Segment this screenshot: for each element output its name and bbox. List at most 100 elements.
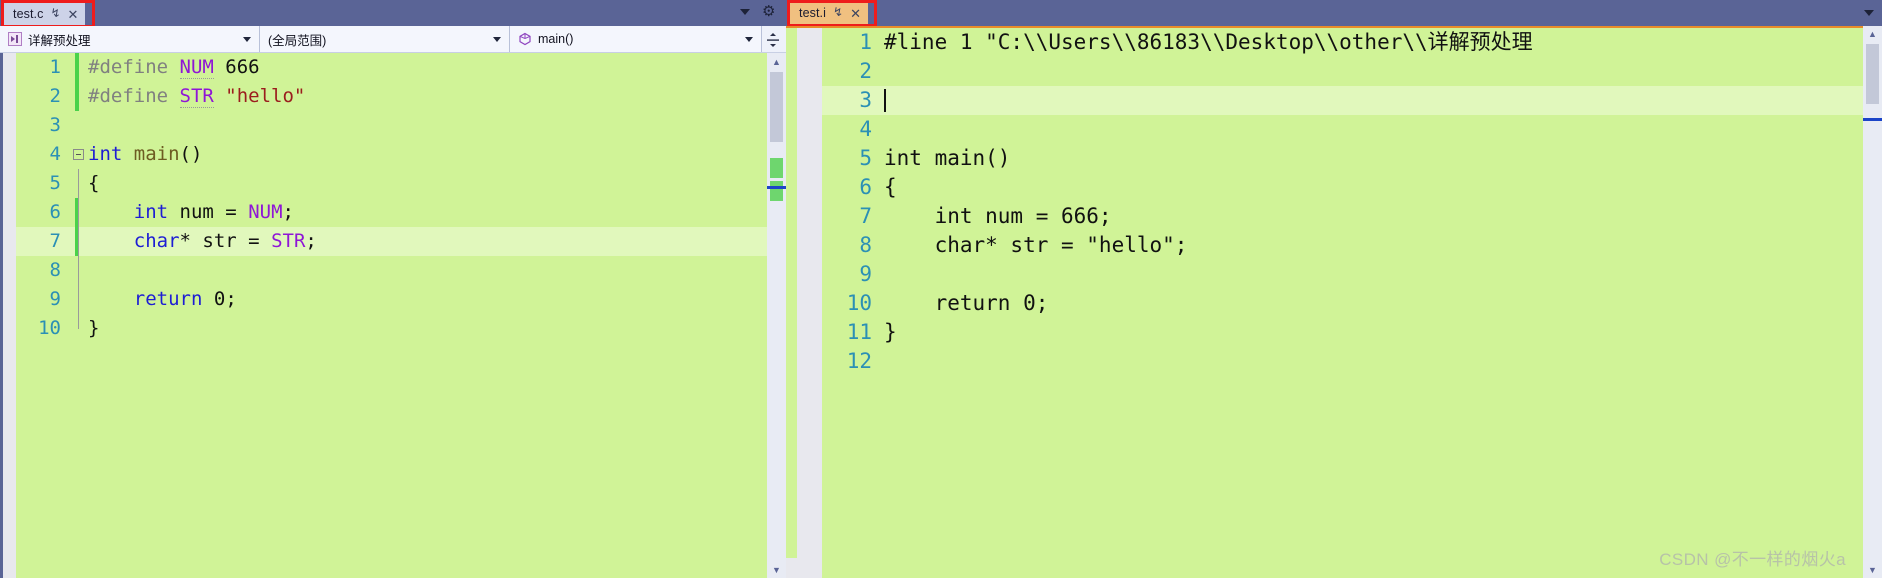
code-line[interactable]: 4	[822, 115, 1863, 144]
code-line[interactable]: 6{	[822, 173, 1863, 202]
line-number: 2	[49, 85, 61, 107]
fold-column[interactable]	[72, 256, 88, 285]
code-token: ;	[282, 201, 294, 223]
code-token: NUM	[248, 201, 283, 223]
code-text: {	[884, 175, 897, 199]
right-gutter-edge	[786, 28, 797, 578]
pin-icon[interactable]: ↯	[833, 6, 843, 18]
code-line[interactable]: 5{	[16, 169, 786, 198]
code-token: 0	[213, 288, 226, 310]
tab-list-chevron-down-icon[interactable]	[740, 8, 750, 15]
line-number: 6	[49, 201, 61, 223]
code-text: {	[88, 169, 786, 198]
line-number: 6	[859, 175, 872, 199]
code-line[interactable]: 1 #line 1 "C:\\Users\\86183\\Desktop\\oth…	[822, 28, 1863, 57]
code-token: ()	[179, 143, 203, 165]
code-line[interactable]: 11}	[822, 318, 1863, 347]
function-scope-dropdown[interactable]: main()	[510, 26, 762, 52]
fold-column[interactable]	[72, 198, 88, 227]
code-line[interactable]: 6 int num = NUM;	[16, 198, 786, 227]
fold-guide-line	[78, 285, 79, 314]
right-code-editor[interactable]: 1 #line 1 "C:\\Users\\86183\\Desktop\\oth…	[786, 26, 1882, 578]
code-line[interactable]: 10}	[16, 314, 786, 343]
tab-list-chevron-down-icon[interactable]	[1864, 10, 1874, 16]
code-text: }	[88, 314, 786, 343]
code-line[interactable]: 4 int main()	[16, 140, 786, 169]
code-line[interactable]: 10 return 0;	[822, 289, 1863, 318]
code-line[interactable]: 3	[822, 86, 1863, 115]
code-line[interactable]: 7 int num = 666;	[822, 202, 1863, 231]
scroll-up-icon[interactable]: ▲	[1863, 26, 1882, 42]
code-line[interactable]: 8	[16, 256, 786, 285]
chevron-down-icon[interactable]	[745, 36, 753, 42]
project-scope-dropdown[interactable]: 详解预处理	[0, 26, 260, 52]
right-scrollbar-thumb[interactable]	[1866, 44, 1879, 104]
tab-test-i[interactable]: test.i ↯ ✕	[790, 2, 868, 24]
left-navigation-bar: 详解预处理 (全局范围) main()	[0, 26, 786, 53]
line-number: 10	[846, 291, 872, 315]
left-code-editor[interactable]: 1 #define NUM 666 2 #define STR "hello" 3 4 in…	[0, 53, 786, 578]
code-text: #line 1 "C:\\Users\\86183\\Desktop\\othe…	[884, 30, 1533, 54]
fold-column[interactable]	[72, 53, 88, 82]
code-text: char* str = "hello";	[884, 233, 1188, 257]
left-code-lines[interactable]: 1 #define NUM 666 2 #define STR "hello" 3 4 in…	[16, 53, 786, 578]
right-code-lines[interactable]: 1 #line 1 "C:\\Users\\86183\\Desktop\\oth…	[822, 28, 1863, 578]
close-icon[interactable]: ✕	[68, 8, 79, 21]
chevron-down-icon[interactable]	[493, 36, 501, 42]
right-scroll-caret-marker	[1863, 118, 1882, 121]
scroll-up-icon[interactable]: ▲	[767, 53, 786, 70]
code-text: return 0;	[884, 291, 1049, 315]
code-line[interactable]: 2	[822, 57, 1863, 86]
fold-column[interactable]	[72, 227, 88, 256]
fold-column[interactable]	[72, 111, 88, 140]
right-vertical-scrollbar[interactable]: ▲ ▼	[1863, 26, 1882, 578]
tab-test-c-label: test.c	[13, 7, 44, 21]
code-token: char	[133, 230, 180, 252]
line-number: 9	[49, 288, 61, 310]
line-number: 3	[859, 88, 872, 112]
line-number: 9	[859, 262, 872, 286]
code-token: #define	[88, 85, 180, 107]
code-line[interactable]: 9 return 0;	[16, 285, 786, 314]
tab-test-i-label: test.i	[799, 6, 826, 20]
code-line[interactable]: 1 #define NUM 666	[16, 53, 786, 82]
code-line[interactable]: 3	[16, 111, 786, 140]
right-editor-pane: test.i ↯ ✕ 1 #line 1 "C:\\Users\\86183\\D…	[786, 0, 1882, 578]
line-number: 5	[49, 172, 61, 194]
code-line[interactable]: 12	[822, 347, 1863, 376]
fold-column[interactable]	[72, 314, 88, 343]
fold-column[interactable]	[72, 285, 88, 314]
code-line[interactable]: 9	[822, 260, 1863, 289]
chevron-down-icon[interactable]	[243, 36, 251, 42]
method-icon	[519, 32, 531, 46]
left-pane-edge	[0, 53, 3, 578]
split-view-button[interactable]	[762, 27, 784, 52]
collapse-toggle-icon[interactable]	[73, 149, 84, 160]
gear-icon[interactable]: ⚙	[762, 4, 775, 19]
member-scope-label: (全局范围)	[268, 33, 327, 48]
fold-column[interactable]	[72, 82, 88, 111]
line-number: 5	[859, 146, 872, 170]
pin-icon[interactable]: ↯	[50, 7, 60, 19]
code-line[interactable]: 7 char* str = STR;	[16, 227, 786, 256]
code-line[interactable]: 5 int main()	[822, 144, 1863, 173]
code-text: int num = 666;	[884, 204, 1112, 228]
code-token: main	[133, 143, 180, 165]
line-number: 8	[859, 233, 872, 257]
code-line[interactable]: 2 #define STR "hello"	[16, 82, 786, 111]
code-line[interactable]: 8 char* str = "hello";	[822, 231, 1863, 260]
project-scope-label: 详解预处理	[28, 33, 91, 48]
fold-column[interactable]	[72, 169, 88, 198]
tab-test-c[interactable]: test.c ↯ ✕	[4, 3, 86, 25]
line-number: 12	[846, 349, 872, 373]
scroll-down-icon[interactable]: ▼	[1863, 562, 1882, 578]
line-number: 7	[859, 204, 872, 228]
fold-column[interactable]	[72, 140, 88, 169]
left-scrollbar-thumb[interactable]	[770, 72, 783, 142]
left-vertical-scrollbar[interactable]: ▲ ▼	[767, 53, 786, 578]
close-icon[interactable]: ✕	[850, 7, 861, 20]
scroll-down-icon[interactable]: ▼	[767, 561, 786, 578]
member-scope-dropdown[interactable]: (全局范围)	[260, 26, 510, 52]
